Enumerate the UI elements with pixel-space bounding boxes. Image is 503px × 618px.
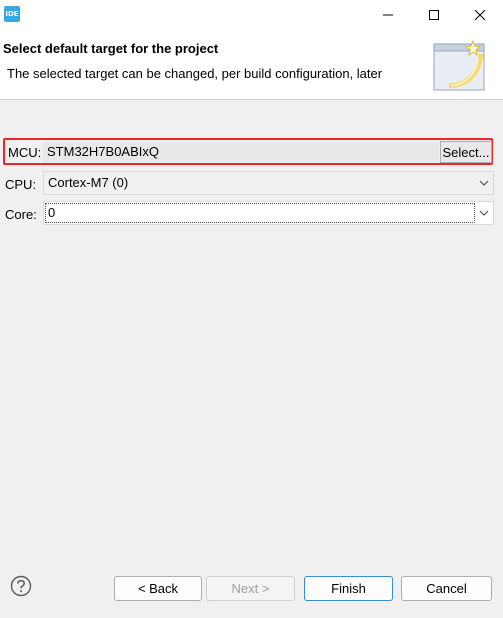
cancel-button[interactable]: Cancel — [401, 576, 492, 601]
chevron-down-icon — [479, 210, 489, 216]
wizard-header: Select default target for the project Th… — [0, 30, 503, 100]
next-button[interactable]: Next > — [206, 576, 295, 601]
finish-button[interactable]: Finish — [304, 576, 393, 601]
minimize-button[interactable] — [365, 0, 411, 30]
close-button[interactable] — [457, 0, 503, 30]
page-title: Select default target for the project — [3, 41, 219, 56]
core-select[interactable]: 0 — [43, 201, 494, 225]
cpu-select-value: Cortex-M7 (0) — [48, 175, 129, 190]
chevron-down-icon — [479, 180, 489, 186]
wizard-footer: < Back Next > Finish Cancel — [0, 561, 503, 618]
focus-outline — [45, 203, 475, 223]
wizard-banner-icon — [433, 39, 485, 91]
cpu-label: CPU: — [5, 177, 37, 192]
wizard-content: MCU: STM32H7B0ABIxQ Select... CPU: Corte… — [0, 101, 503, 561]
maximize-icon — [429, 10, 439, 20]
select-mcu-button[interactable]: Select... — [440, 141, 492, 163]
maximize-button[interactable] — [411, 0, 457, 30]
close-icon — [475, 10, 485, 20]
page-description: The selected target can be changed, per … — [7, 66, 383, 81]
mcu-field: STM32H7B0ABIxQ — [43, 142, 439, 162]
core-label: Core: — [5, 207, 37, 222]
mcu-row: MCU: STM32H7B0ABIxQ Select... — [3, 138, 493, 165]
title-bar: IDE — [0, 0, 503, 30]
minimize-icon — [383, 14, 393, 16]
cpu-select[interactable]: Cortex-M7 (0) — [43, 171, 494, 195]
cpu-row: CPU: Cortex-M7 (0) — [0, 171, 503, 197]
mcu-label: MCU: — [8, 145, 42, 160]
help-icon[interactable] — [10, 575, 32, 597]
app-icon: IDE — [4, 6, 20, 22]
core-row: Core: 0 — [0, 201, 503, 227]
back-button[interactable]: < Back — [114, 576, 202, 601]
